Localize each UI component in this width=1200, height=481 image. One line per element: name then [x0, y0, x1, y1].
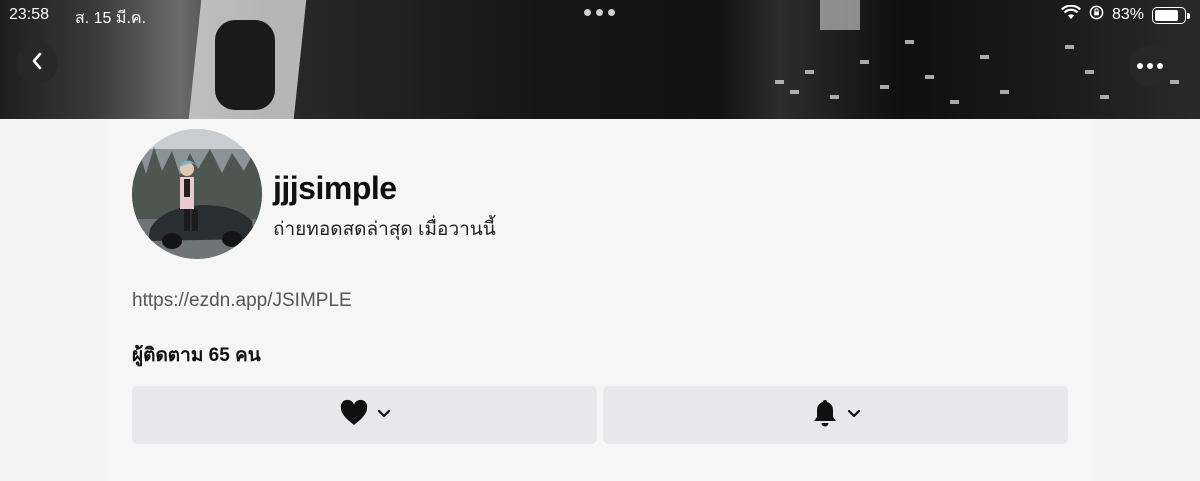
- status-bar: 23:58 ส. 15 มี.ค. 83%: [0, 0, 1200, 30]
- orientation-lock-icon: [1089, 5, 1104, 25]
- banner-window: [1065, 45, 1074, 49]
- banner-window: [790, 90, 799, 94]
- banner-shape: [215, 20, 275, 110]
- chevron-left-icon: [30, 51, 44, 76]
- follow-button[interactable]: [132, 386, 597, 444]
- banner-window: [1000, 90, 1009, 94]
- heart-icon: [339, 399, 369, 431]
- banner-window: [980, 55, 989, 59]
- chevron-down-icon: [847, 406, 861, 424]
- follower-count: ผู้ติดตาม 65 คน: [132, 345, 261, 366]
- banner-window: [860, 60, 869, 64]
- banner-window: [830, 95, 839, 99]
- banner-window: [775, 80, 784, 84]
- status-date: ส. 15 มี.ค.: [75, 10, 147, 27]
- multitasking-dots-icon[interactable]: [584, 9, 615, 16]
- battery-percent: 83%: [1111, 6, 1144, 23]
- banner-window: [1170, 80, 1179, 84]
- banner-window: [1100, 95, 1109, 99]
- profile-link[interactable]: https://ezdn.app/JSIMPLE: [132, 290, 352, 312]
- ellipsis-icon: [1137, 63, 1163, 69]
- banner-window: [880, 85, 889, 89]
- banner-window: [950, 100, 959, 104]
- notification-button[interactable]: [603, 386, 1068, 444]
- status-indicators: 83%: [1060, 4, 1190, 25]
- banner-window: [805, 70, 814, 74]
- banner-window: [905, 40, 914, 44]
- more-options-button[interactable]: [1129, 45, 1171, 87]
- status-time: 23:58: [9, 6, 50, 23]
- battery-icon: [1152, 6, 1190, 24]
- wifi-icon: [1060, 4, 1081, 25]
- avatar[interactable]: [132, 129, 262, 259]
- banner-window: [925, 75, 934, 79]
- last-live-status: ถ่ายทอดสดล่าสุด เมื่อวานนี้: [273, 219, 496, 240]
- bell-icon: [811, 398, 839, 433]
- back-button[interactable]: [16, 42, 58, 84]
- chevron-down-icon: [377, 406, 391, 424]
- banner-window: [1085, 70, 1094, 74]
- username: jjjsimple: [273, 170, 397, 206]
